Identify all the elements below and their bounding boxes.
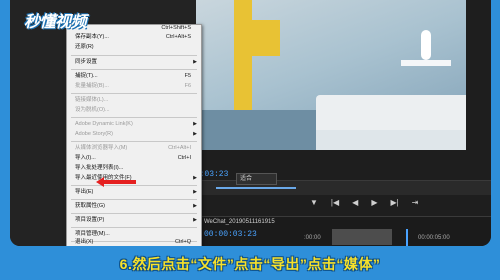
menu-item-label: 设为脱机(O)... bbox=[75, 107, 110, 113]
menu-item-import[interactable]: 导入(I)... Ctrl+I bbox=[67, 154, 201, 163]
logo: 秒懂视频 bbox=[24, 14, 87, 31]
menu-separator bbox=[71, 69, 197, 70]
playhead[interactable] bbox=[406, 229, 408, 246]
menu-item-shortcut: Ctrl+Shift+S bbox=[161, 25, 191, 31]
playback-controls: ▼ |◀ ◀ ▶ ▶| ⇥ bbox=[310, 198, 418, 210]
menu-item-shortcut: F6 bbox=[184, 83, 191, 89]
menu-item-revert[interactable]: 还原(R) bbox=[67, 43, 201, 52]
sequence-tab[interactable]: WeChat_20190511161915 bbox=[204, 219, 275, 225]
menu-item-get-properties[interactable]: 获取属性(G) ▶ bbox=[67, 202, 201, 211]
submenu-arrow-icon: ▶ bbox=[193, 175, 197, 181]
submenu-arrow-icon: ▶ bbox=[193, 217, 197, 223]
step-back-icon[interactable]: |◀ bbox=[331, 198, 339, 210]
menu-item-shortcut: Ctrl+Q bbox=[174, 239, 191, 245]
menu-separator bbox=[71, 141, 197, 142]
wall-decoration bbox=[234, 0, 252, 110]
menu-item-import-batch-list[interactable]: 导入批处理列表(I)... bbox=[67, 164, 201, 173]
menu-item-label: Adobe Dynamic Link(K) bbox=[75, 121, 133, 127]
sequence-timecode[interactable]: 00:00:03:23 bbox=[204, 230, 257, 239]
menu-item-label: Adobe Story(R) bbox=[75, 131, 113, 137]
menu-item-dynamic-link[interactable]: Adobe Dynamic Link(K) ▶ bbox=[67, 120, 201, 129]
menu-separator bbox=[71, 227, 197, 228]
menu-separator bbox=[71, 213, 197, 214]
marker-icon[interactable]: ▼ bbox=[310, 198, 318, 210]
program-monitor-video bbox=[196, 0, 466, 150]
menu-item-label: 导入批处理列表(I)... bbox=[75, 165, 124, 171]
menu-item-capture[interactable]: 捕捉(T)... F5 bbox=[67, 72, 201, 81]
ruler-start-label: :00:00 bbox=[304, 235, 321, 241]
menu-separator bbox=[71, 55, 197, 56]
menu-item-partial[interactable]: Ctrl+Shift+S bbox=[67, 24, 201, 33]
floor-shadow bbox=[196, 110, 316, 150]
menu-item-label: 项目设置(P) bbox=[75, 217, 105, 223]
menu-separator bbox=[71, 117, 197, 118]
menu-item-exit[interactable]: 退出(X) Ctrl+Q bbox=[67, 238, 201, 246]
export-frame-icon[interactable]: ⇥ bbox=[412, 198, 419, 210]
menu-item-label: 导入(I)... bbox=[75, 155, 96, 161]
menu-item-shortcut: F5 bbox=[184, 73, 191, 79]
instruction-caption: 6.然后点击“文件”点击“导出”点击“媒体” bbox=[119, 256, 381, 272]
submenu-arrow-icon: ▶ bbox=[193, 189, 197, 195]
menu-item-import-media-browser[interactable]: 从媒体浏览器导入(M) Ctrl+Alt+I bbox=[67, 144, 201, 153]
timeline-clip[interactable] bbox=[332, 229, 392, 245]
menu-item-shortcut: Ctrl+Alt+I bbox=[168, 145, 191, 151]
menu-item-shortcut: Ctrl+I bbox=[177, 155, 191, 161]
submenu-arrow-icon: ▶ bbox=[193, 121, 197, 127]
wall-decoration-2 bbox=[252, 20, 280, 56]
menu-item-label: 导出(E) bbox=[75, 189, 94, 195]
menu-separator bbox=[71, 93, 197, 94]
menu-item-batch-capture[interactable]: 批量捕捉(B)... F6 bbox=[67, 82, 201, 91]
ruler-end-label: 00:00:05:00 bbox=[418, 235, 450, 241]
frame-forward-icon[interactable]: ▶| bbox=[390, 198, 398, 210]
submenu-arrow-icon: ▶ bbox=[193, 59, 197, 65]
premiere-window: 00:03:23 适合 ▼ |◀ ◀ ▶ ▶| ⇥ WeChat_2019051… bbox=[10, 0, 491, 246]
menu-item-label: 批量捕捉(B)... bbox=[75, 83, 109, 89]
file-menu: Ctrl+Shift+S 保存副本(Y)... Ctrl+Alt+S 还原(R)… bbox=[66, 24, 202, 246]
menu-item-project-settings[interactable]: 项目设置(P) ▶ bbox=[67, 216, 201, 225]
menu-item-label: 还原(R) bbox=[75, 44, 94, 50]
menu-item-link-media[interactable]: 链接媒体(L)... bbox=[67, 96, 201, 105]
menu-item-label: 从媒体浏览器导入(M) bbox=[75, 145, 128, 151]
menu-item-adobe-story[interactable]: Adobe Story(R) ▶ bbox=[67, 130, 201, 139]
menu-item-label: 保存副本(Y)... bbox=[75, 34, 109, 40]
menu-item-label: 捕捉(T)... bbox=[75, 73, 98, 79]
timeline-panel: WeChat_20190511161915 00:00:03:23 :00:00… bbox=[196, 216, 491, 246]
program-scrub-bar[interactable]: 适合 bbox=[196, 173, 491, 195]
bed-foot bbox=[316, 130, 466, 150]
menu-item-label: 链接媒体(L)... bbox=[75, 97, 109, 103]
menu-separator bbox=[71, 199, 197, 200]
zoom-dropdown[interactable]: 适合 bbox=[236, 173, 277, 185]
shelf bbox=[401, 60, 451, 66]
frame-back-icon[interactable]: ◀ bbox=[352, 198, 358, 210]
play-icon[interactable]: ▶ bbox=[371, 198, 377, 210]
menu-item-shortcut: Ctrl+Alt+S bbox=[165, 34, 191, 40]
menu-item-save-copy[interactable]: 保存副本(Y)... Ctrl+Alt+S bbox=[67, 33, 201, 42]
scrub-track bbox=[216, 187, 296, 189]
submenu-arrow-icon: ▶ bbox=[193, 203, 197, 209]
menu-item-label: 同步设置 bbox=[75, 59, 98, 65]
lamp bbox=[421, 30, 431, 60]
submenu-arrow-icon: ▶ bbox=[193, 131, 197, 137]
menu-item-make-offline[interactable]: 设为脱机(O)... bbox=[67, 106, 201, 115]
menu-item-sync-settings[interactable]: 同步设置 ▶ bbox=[67, 58, 201, 67]
menu-item-label: 获取属性(G) bbox=[75, 203, 105, 209]
menu-item-export[interactable]: 导出(E) ▶ bbox=[67, 188, 201, 197]
menu-item-label: 退出(X) bbox=[75, 239, 94, 245]
red-arrow-icon bbox=[96, 177, 136, 187]
